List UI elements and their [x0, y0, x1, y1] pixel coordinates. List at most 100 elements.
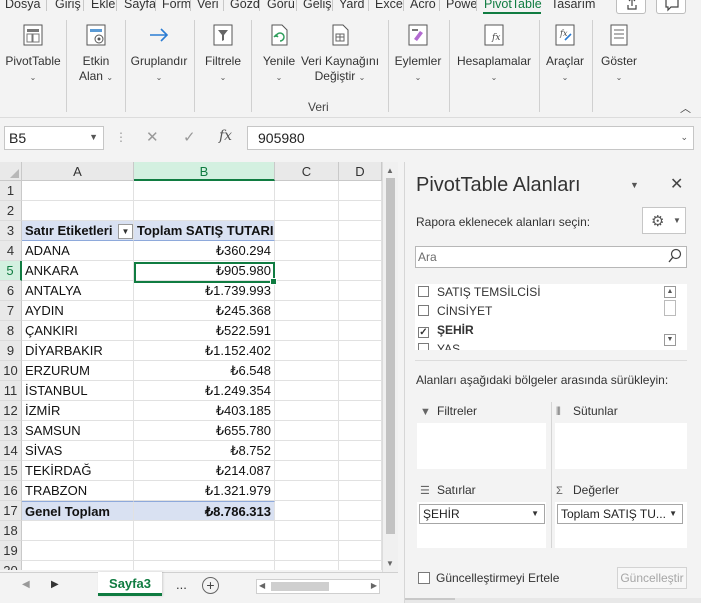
values-area[interactable]: Toplam SATIŞ TU... ▼: [555, 502, 687, 548]
pivot-row-label[interactable]: SAMSUN: [22, 421, 134, 441]
rows-field-chip[interactable]: ŞEHİR ▼: [419, 504, 545, 524]
comments-button[interactable]: [656, 0, 686, 14]
scroll-right-icon[interactable]: ▶: [371, 581, 377, 590]
cell[interactable]: [275, 361, 339, 381]
cell[interactable]: [339, 281, 382, 301]
cell[interactable]: [275, 441, 339, 461]
row-header[interactable]: 7: [0, 301, 22, 321]
pivot-value-cell[interactable]: ₺1.321.979: [134, 481, 275, 501]
next-sheet-icon[interactable]: ▶: [51, 579, 59, 590]
cell[interactable]: [22, 561, 134, 570]
cell[interactable]: [339, 341, 382, 361]
close-icon[interactable]: ✕: [670, 174, 683, 194]
pivot-value-cell[interactable]: ₺360.294: [134, 241, 275, 261]
cell[interactable]: [275, 241, 339, 261]
row-header[interactable]: 19: [0, 541, 22, 561]
collapse-ribbon-icon[interactable]: ︿: [680, 100, 691, 116]
cell[interactable]: [339, 541, 382, 561]
defer-update-checkbox[interactable]: [418, 572, 430, 584]
tab-view[interactable]: Görü: [267, 0, 297, 11]
scroll-left-icon[interactable]: ◀: [259, 581, 265, 590]
actions-button[interactable]: Eylemler ⌄: [392, 22, 444, 85]
pivot-row-label[interactable]: TRABZON: [22, 481, 134, 501]
cell[interactable]: [339, 481, 382, 501]
pivot-value-cell[interactable]: ₺403.185: [134, 401, 275, 421]
pivot-values-header[interactable]: Toplam SATIŞ TUTARI: [134, 221, 275, 241]
cell[interactable]: [339, 441, 382, 461]
row-header[interactable]: 11: [0, 381, 22, 401]
row-header[interactable]: 6: [0, 281, 22, 301]
cell[interactable]: [275, 381, 339, 401]
pivot-value-cell[interactable]: ₺214.087: [134, 461, 275, 481]
cell[interactable]: [275, 541, 339, 561]
pivot-value-cell[interactable]: ₺245.368: [134, 301, 275, 321]
row-header[interactable]: 20: [0, 561, 22, 570]
cell[interactable]: [22, 181, 134, 201]
row-header[interactable]: 18: [0, 521, 22, 541]
pivot-row-label[interactable]: ANKARA: [22, 261, 134, 281]
cell[interactable]: [275, 261, 339, 281]
pivot-row-label[interactable]: ADANA: [22, 241, 134, 261]
cell[interactable]: [339, 201, 382, 221]
active-field-button[interactable]: Etkin Alan ⌄: [71, 22, 121, 85]
cell[interactable]: [275, 481, 339, 501]
row-header[interactable]: 3: [0, 221, 22, 241]
scrollbar-thumb[interactable]: [664, 300, 676, 316]
name-box[interactable]: B5 ▼: [4, 126, 104, 150]
cell[interactable]: [275, 501, 339, 521]
share-button[interactable]: [616, 0, 646, 14]
pivot-value-cell[interactable]: ₺1.249.354: [134, 381, 275, 401]
tab-help[interactable]: Yard: [339, 0, 369, 11]
row-header[interactable]: 13: [0, 421, 22, 441]
scrollbar-thumb[interactable]: [271, 582, 329, 591]
scroll-down-icon[interactable]: ▼: [664, 334, 676, 346]
cell[interactable]: [339, 181, 382, 201]
pivot-row-label[interactable]: SİVAS: [22, 441, 134, 461]
formula-input[interactable]: 905980 ⌄: [247, 126, 694, 150]
tab-home[interactable]: Giriş: [55, 0, 84, 11]
cell[interactable]: [339, 421, 382, 441]
column-header-d[interactable]: D: [339, 162, 382, 181]
checkbox[interactable]: [418, 343, 429, 350]
change-data-source-button[interactable]: Veri Kaynağını Değiştir ⌄: [300, 22, 380, 85]
row-header[interactable]: 8: [0, 321, 22, 341]
tab-power-pivot[interactable]: Powe: [446, 0, 477, 11]
calculations-button[interactable]: fx Hesaplamalar ⌄: [455, 22, 533, 85]
pivot-row-label[interactable]: TEKİRDAĞ: [22, 461, 134, 481]
rows-area[interactable]: ŞEHİR ▼: [417, 502, 546, 548]
checkbox-checked[interactable]: ✓: [418, 327, 429, 338]
cell[interactable]: [275, 401, 339, 421]
row-header[interactable]: 17: [0, 501, 22, 521]
cell[interactable]: [134, 181, 275, 201]
row-header[interactable]: 15: [0, 461, 22, 481]
cell[interactable]: [134, 201, 275, 221]
pivot-row-label[interactable]: AYDIN: [22, 301, 134, 321]
field-sehir[interactable]: ✓ ŞEHİR: [418, 322, 474, 340]
cell[interactable]: [275, 521, 339, 541]
cell[interactable]: [339, 381, 382, 401]
checkbox[interactable]: [418, 305, 429, 316]
cell[interactable]: [275, 341, 339, 361]
row-header[interactable]: 16: [0, 481, 22, 501]
cell[interactable]: [275, 421, 339, 441]
filters-area[interactable]: [417, 423, 546, 469]
pivot-row-label[interactable]: ERZURUM: [22, 361, 134, 381]
cell[interactable]: [339, 461, 382, 481]
insert-function-icon[interactable]: fx: [219, 128, 232, 144]
scroll-down-icon[interactable]: ▼: [386, 559, 394, 568]
pivot-grand-total-label[interactable]: Genel Toplam: [22, 501, 134, 521]
pivot-row-label[interactable]: İSTANBUL: [22, 381, 134, 401]
tab-pivottable-analyze[interactable]: PivotTable: [484, 0, 542, 11]
pivot-value-cell[interactable]: ₺6.548: [134, 361, 275, 381]
scroll-up-icon[interactable]: ▲: [664, 286, 676, 298]
cell[interactable]: [275, 561, 339, 570]
field-yas[interactable]: YAŞ: [418, 341, 460, 350]
cell[interactable]: [339, 241, 382, 261]
cell[interactable]: [134, 521, 275, 541]
vertical-scrollbar[interactable]: ▲ ▼: [382, 162, 398, 572]
task-pane-options-icon[interactable]: ▼: [630, 180, 639, 190]
cell[interactable]: [339, 361, 382, 381]
tab-developer[interactable]: Geliş: [303, 0, 333, 11]
field-search-input[interactable]: Ara: [415, 246, 687, 268]
more-sheets-button[interactable]: ...: [176, 577, 187, 592]
